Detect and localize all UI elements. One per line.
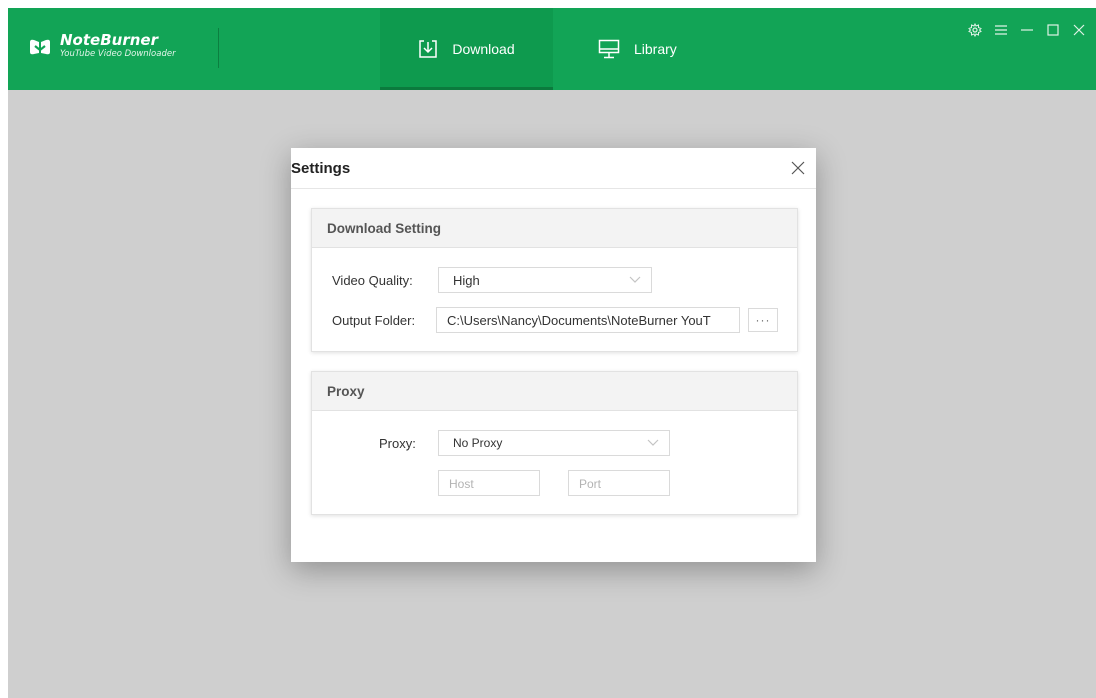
proxy-select[interactable]: No Proxy <box>438 430 670 456</box>
video-quality-select[interactable]: High <box>438 267 652 293</box>
menu-button[interactable] <box>988 20 1014 40</box>
maximize-icon <box>1047 24 1059 36</box>
settings-dialog-header: Settings <box>291 148 816 189</box>
dialog-close-icon[interactable] <box>790 160 806 176</box>
app-name: NoteBurner <box>60 31 158 49</box>
close-icon <box>1073 24 1085 36</box>
proxy-port-input[interactable] <box>568 470 670 496</box>
window-close-button[interactable] <box>1066 20 1092 40</box>
proxy-value: No Proxy <box>453 436 503 450</box>
tab-library[interactable]: Library <box>598 8 677 90</box>
proxy-header: Proxy <box>312 372 797 411</box>
video-quality-value: High <box>453 272 480 288</box>
settings-button[interactable] <box>962 20 988 40</box>
download-icon <box>419 40 438 58</box>
settings-gear-icon <box>968 23 982 37</box>
proxy-label: Proxy: <box>379 436 416 451</box>
window-controls <box>962 20 1092 40</box>
proxy-host-input[interactable] <box>438 470 540 496</box>
app-window: NoteBurner YouTube Video Downloader Down… <box>8 8 1096 698</box>
download-setting-header: Download Setting <box>312 209 797 248</box>
settings-dialog: Settings Download Setting Video Quality:… <box>291 148 816 562</box>
settings-dialog-title: Settings <box>291 160 351 177</box>
tab-download[interactable]: Download <box>380 8 553 90</box>
brand-divider <box>218 28 219 68</box>
video-quality-label: Video Quality: <box>332 273 413 288</box>
output-folder-input[interactable] <box>436 307 740 333</box>
menu-icon <box>995 25 1007 35</box>
top-bar: NoteBurner YouTube Video Downloader Down… <box>8 8 1096 90</box>
maximize-button[interactable] <box>1040 20 1066 40</box>
minimize-icon <box>1021 29 1033 31</box>
proxy-panel: Proxy Proxy: No Proxy <box>311 371 798 515</box>
chevron-down-icon <box>647 439 659 446</box>
tab-download-label: Download <box>452 41 515 57</box>
monitor-icon <box>598 39 620 59</box>
download-setting-panel: Download Setting Video Quality: High Out… <box>311 208 798 352</box>
app-subtitle: YouTube Video Downloader <box>60 49 176 59</box>
chevron-down-icon <box>629 276 641 283</box>
noteburner-logo-icon <box>30 39 50 55</box>
browse-folder-button[interactable]: ··· <box>748 308 778 332</box>
tab-library-label: Library <box>634 41 677 57</box>
minimize-button[interactable] <box>1014 20 1040 40</box>
output-folder-label: Output Folder: <box>332 313 416 328</box>
